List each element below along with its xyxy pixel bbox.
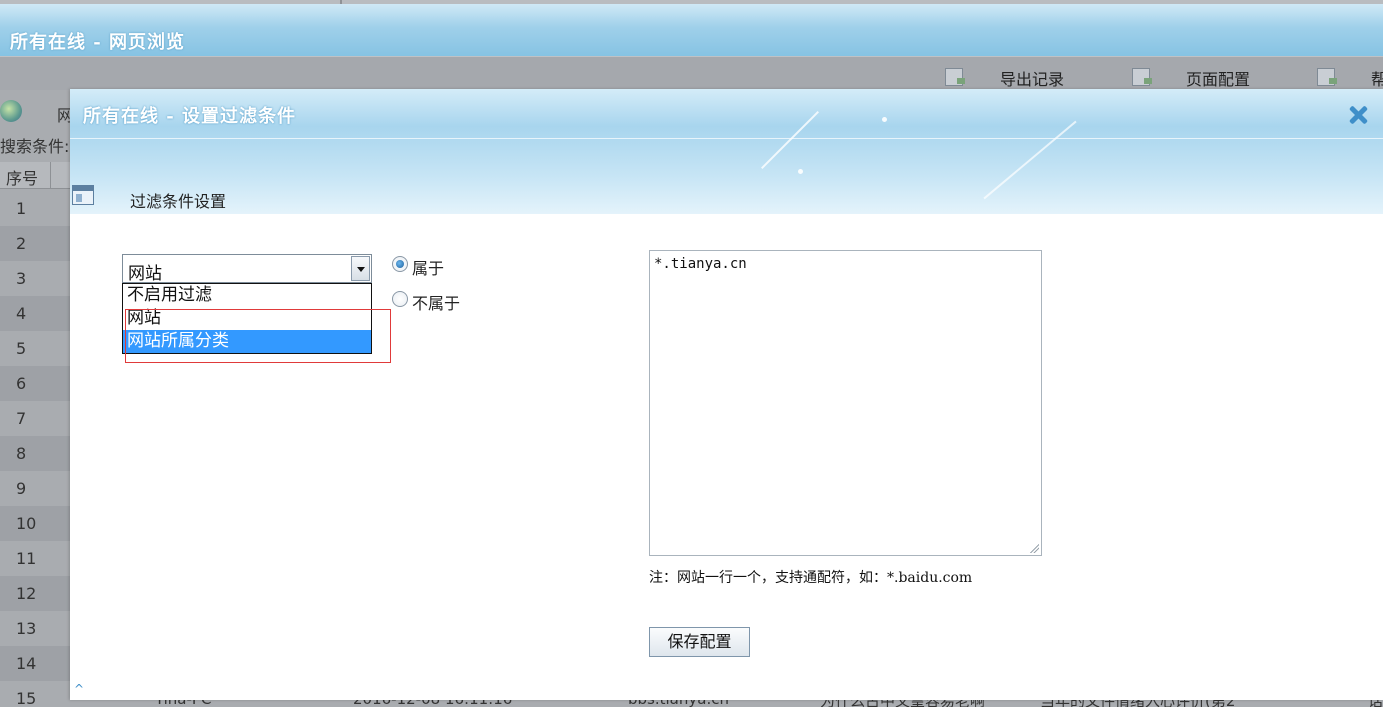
header-decoration	[882, 117, 887, 122]
radio-belongs-label[interactable]: 属于	[412, 255, 444, 279]
help-button[interactable]: 帮	[1371, 66, 1383, 90]
table-row[interactable]: 7	[0, 401, 70, 436]
table-row[interactable]: 15	[0, 681, 70, 707]
save-config-button[interactable]: 保存配置	[649, 627, 750, 657]
header-decoration	[798, 169, 803, 174]
dialog-header: 所有在线 - 设置过滤条件 过滤条件设置	[70, 89, 1383, 214]
filter-dialog: 所有在线 - 设置过滤条件 过滤条件设置 网站 不启用过滤 网站 网站所属分类 …	[70, 89, 1383, 700]
header-decoration	[983, 120, 1077, 200]
website-list-textarea[interactable]: *.tianya.cn	[649, 250, 1042, 556]
app-header	[0, 4, 1383, 56]
column-divider	[50, 162, 51, 189]
table-row[interactable]: 5	[0, 331, 70, 366]
app-toolbar	[0, 56, 1383, 90]
table-row[interactable]: 2	[0, 226, 70, 261]
filter-type-dropdown: 不启用过滤 网站 网站所属分类	[122, 283, 372, 354]
resize-grip-icon[interactable]	[1029, 543, 1039, 553]
table-row[interactable]: 12	[0, 576, 70, 611]
table-row[interactable]: 6	[0, 366, 70, 401]
option-website-category[interactable]: 网站所属分类	[123, 330, 371, 353]
section-title: 过滤条件设置	[130, 192, 227, 211]
chevron-down-icon[interactable]	[351, 256, 370, 281]
textarea-content: *.tianya.cn	[654, 256, 747, 272]
option-website[interactable]: 网站	[123, 307, 371, 330]
option-disable-filter[interactable]: 不启用过滤	[123, 284, 371, 307]
table-row[interactable]: 4	[0, 296, 70, 331]
radio-not-belongs[interactable]	[392, 291, 408, 307]
help-icon[interactable]	[1317, 68, 1337, 86]
hint-note: 注：网站一行一个，支持通配符，如：*.baidu.com	[649, 570, 973, 586]
table-row[interactable]: 8	[0, 436, 70, 471]
header-divider	[70, 138, 1383, 139]
radio-belongs[interactable]	[392, 256, 408, 272]
table-row[interactable]: 14	[0, 646, 70, 681]
select-value: 网站	[128, 264, 162, 284]
globe-icon	[0, 100, 22, 122]
table-rows: 1 2 3 4 5 6 7 8 9 10 11 12 13 14 15	[0, 191, 70, 707]
table-row[interactable]: 1	[0, 191, 70, 226]
page-config-button[interactable]: 页面配置	[1186, 66, 1250, 90]
scroll-up-icon[interactable]: ^	[74, 682, 84, 696]
table-row[interactable]: 3	[0, 261, 70, 296]
table-row[interactable]: 10	[0, 506, 70, 541]
table-row[interactable]: 9	[0, 471, 70, 506]
page-config-icon[interactable]	[1132, 68, 1152, 86]
close-icon[interactable]	[1347, 104, 1369, 126]
table-row[interactable]: 13	[0, 611, 70, 646]
export-records-button[interactable]: 导出记录	[1000, 66, 1064, 90]
header-decoration	[761, 111, 819, 169]
export-icon[interactable]	[945, 68, 965, 86]
dialog-title: 所有在线 - 设置过滤条件	[83, 106, 297, 127]
search-conditions-label: 搜索条件:	[0, 137, 70, 156]
table-row[interactable]: 11	[0, 541, 70, 576]
settings-panel-icon	[72, 185, 94, 205]
table-header: 序号	[0, 162, 70, 189]
app-title: 所有在线 - 网页浏览	[10, 32, 186, 53]
column-header-index: 序号	[6, 169, 39, 188]
filter-type-select[interactable]: 网站	[122, 254, 372, 284]
radio-not-belongs-label[interactable]: 不属于	[412, 290, 460, 314]
